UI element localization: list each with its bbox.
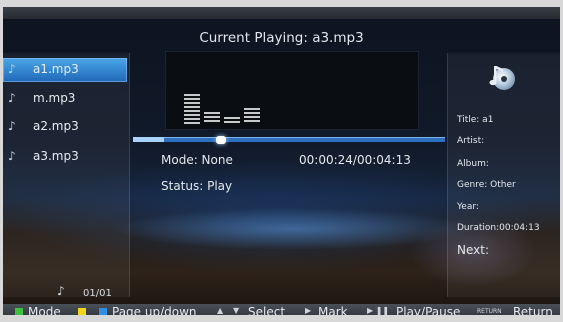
progress-bar[interactable] <box>133 136 445 144</box>
blue-key-icon <box>99 308 107 315</box>
arrow-up-icon: ▲ <box>217 306 224 315</box>
hint-return[interactable]: Return <box>513 305 553 315</box>
arrow-down-icon: ▼ <box>233 306 240 315</box>
hint-select[interactable]: Select <box>248 305 285 315</box>
hint-play-pause[interactable]: Play/Pause <box>396 305 460 315</box>
spectrum-bar <box>204 112 220 124</box>
info-album: Album: <box>457 159 489 169</box>
info-artist: Artist: <box>457 136 485 146</box>
playlist-item[interactable]: ♪ a3.mp3 <box>3 145 127 169</box>
mode-status: Mode: None <box>161 153 233 167</box>
control-hint-bar: Mode Page up/down ▲ ▼ Select ▶ Mark ▶ ❚❚… <box>3 304 560 315</box>
music-note-icon: ♪ <box>8 119 16 133</box>
play-status: Status: Play <box>161 179 233 193</box>
now-playing-title: Current Playing: a3.mp3 <box>199 30 364 46</box>
playlist-item-label: a3.mp3 <box>33 149 79 163</box>
spectrum-visualizer <box>165 51 419 130</box>
return-key-icon: RETURN <box>477 308 502 315</box>
playlist-panel: ♪ a1.mp3 ♪ m.mp3 ♪ a2.mp3 ♪ a3.mp3 <box>3 53 130 297</box>
music-note-icon: ♪ <box>8 91 16 105</box>
info-next: Next: <box>457 243 489 257</box>
arrow-right-icon: ▶ <box>305 306 312 315</box>
spectrum-bar <box>184 94 200 124</box>
progress-knob[interactable] <box>216 136 226 144</box>
music-note-icon: ♪ <box>8 149 16 163</box>
spectrum-bar <box>224 117 240 124</box>
playlist-item-label: m.mp3 <box>33 91 76 105</box>
time-display: 00:00:24/00:04:13 <box>299 153 411 167</box>
play-pause-icon: ▶ ❚❚ <box>367 306 390 315</box>
media-player-screen: Current Playing: a3.mp3 ♪ a1.mp3 ♪ m.mp3… <box>3 7 560 315</box>
hint-mode[interactable]: Mode <box>28 305 61 315</box>
track-info-panel: Title: a1 Artist: Album: Genre: Other Ye… <box>447 53 560 297</box>
info-title: Title: a1 <box>457 115 494 125</box>
playlist-item[interactable]: ♪ a2.mp3 <box>3 115 127 139</box>
green-key-icon <box>15 308 23 315</box>
yellow-key-icon <box>78 308 86 315</box>
progress-fill <box>133 137 164 142</box>
playlist-item[interactable]: ♪ m.mp3 <box>3 87 127 111</box>
music-note-icon: ♪ <box>8 62 16 76</box>
info-genre: Genre: Other <box>457 180 516 190</box>
hint-page-up-down[interactable]: Page up/down <box>112 305 197 315</box>
music-cd-icon <box>489 66 515 90</box>
hint-mark[interactable]: Mark <box>318 305 348 315</box>
page-indicator: 01/01 <box>83 288 112 299</box>
page-music-note-icon: ♪ <box>57 284 65 298</box>
playlist-item-label: a1.mp3 <box>33 62 79 76</box>
spectrum-bar <box>244 108 260 124</box>
info-year: Year: <box>457 202 479 212</box>
top-frame-bar <box>3 7 560 19</box>
playlist-item-label: a2.mp3 <box>33 119 79 133</box>
playlist-item[interactable]: ♪ a1.mp3 <box>3 58 127 82</box>
info-duration: Duration:00:04:13 <box>457 223 540 233</box>
